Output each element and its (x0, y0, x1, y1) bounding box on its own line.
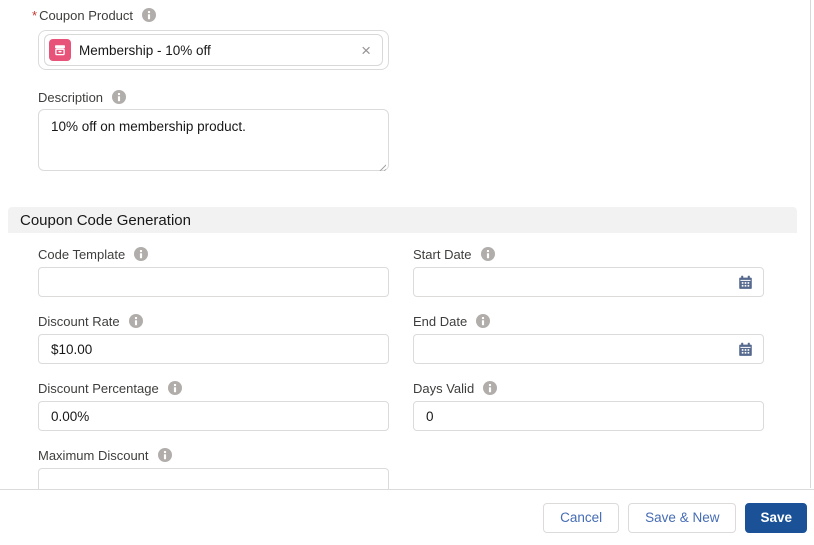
field-grid: Code Template Start Date Discount Rate $… (0, 246, 814, 489)
info-icon[interactable] (128, 314, 143, 328)
description-field-wrap: 10% off on membership product. (38, 109, 389, 176)
description-label-row: Description (38, 89, 814, 105)
modal-footer: Cancel Save & New Save (0, 489, 814, 545)
scroll-edge-divider (810, 0, 811, 488)
form-row: Discount Percentage Days Valid (38, 380, 814, 431)
start-date-label: Start Date (413, 246, 472, 262)
info-icon[interactable] (483, 381, 498, 395)
code-template-input[interactable] (38, 267, 389, 297)
cancel-button[interactable]: Cancel (543, 502, 620, 533)
save-and-new-button[interactable]: Save & New (628, 502, 737, 533)
info-icon[interactable] (476, 314, 491, 328)
section-header-coupon-code-generation: Coupon Code Generation (8, 207, 797, 233)
coupon-product-label: Coupon Product (39, 7, 134, 23)
section-title: Coupon Code Generation (20, 211, 191, 229)
selected-product-name: Membership - 10% off (79, 42, 211, 58)
save-button[interactable]: Save (745, 502, 807, 533)
form-row: Maximum Discount (38, 447, 814, 489)
info-icon[interactable] (157, 448, 172, 462)
info-icon[interactable] (112, 90, 127, 104)
coupon-product-label-row: * Coupon Product (32, 7, 814, 23)
field-days-valid: Days Valid (413, 380, 764, 431)
description-label: Description (38, 89, 104, 105)
discount-rate-input[interactable] (38, 334, 389, 364)
required-asterisk: * (32, 7, 38, 23)
field-start-date: Start Date (413, 246, 764, 297)
info-icon[interactable] (480, 247, 495, 261)
end-date-label: End Date (413, 313, 468, 329)
form-row: Discount Rate End Date (38, 313, 814, 364)
code-template-label: Code Template (38, 246, 126, 262)
days-valid-input[interactable] (413, 401, 764, 431)
end-date-input[interactable] (413, 334, 764, 364)
field-code-template: Code Template (38, 246, 389, 297)
remove-pill-icon[interactable]: × (360, 42, 372, 59)
maximum-discount-label: Maximum Discount (38, 447, 149, 463)
coupon-form-body: * Coupon Product Membership - 10% off × … (0, 0, 814, 489)
description-textarea[interactable]: 10% off on membership product. (38, 109, 389, 171)
info-icon[interactable] (142, 8, 157, 22)
form-row: Code Template Start Date (38, 246, 814, 297)
discount-rate-label: Discount Rate (38, 313, 120, 329)
info-icon[interactable] (134, 247, 149, 261)
field-discount-rate: Discount Rate (38, 313, 389, 364)
days-valid-label: Days Valid (413, 380, 475, 396)
calendar-icon[interactable] (738, 342, 753, 357)
field-discount-percentage: Discount Percentage (38, 380, 389, 431)
field-end-date: End Date (413, 313, 764, 364)
info-icon[interactable] (167, 381, 182, 395)
discount-percentage-input[interactable] (38, 401, 389, 431)
discount-percentage-label: Discount Percentage (38, 380, 159, 396)
calendar-icon[interactable] (738, 275, 753, 290)
product-icon (49, 39, 71, 61)
coupon-product-lookup[interactable]: Membership - 10% off × (38, 30, 389, 70)
field-maximum-discount: Maximum Discount (38, 447, 389, 489)
coupon-product-pill[interactable]: Membership - 10% off × (44, 34, 383, 66)
maximum-discount-input[interactable] (38, 468, 389, 489)
start-date-input[interactable] (413, 267, 764, 297)
